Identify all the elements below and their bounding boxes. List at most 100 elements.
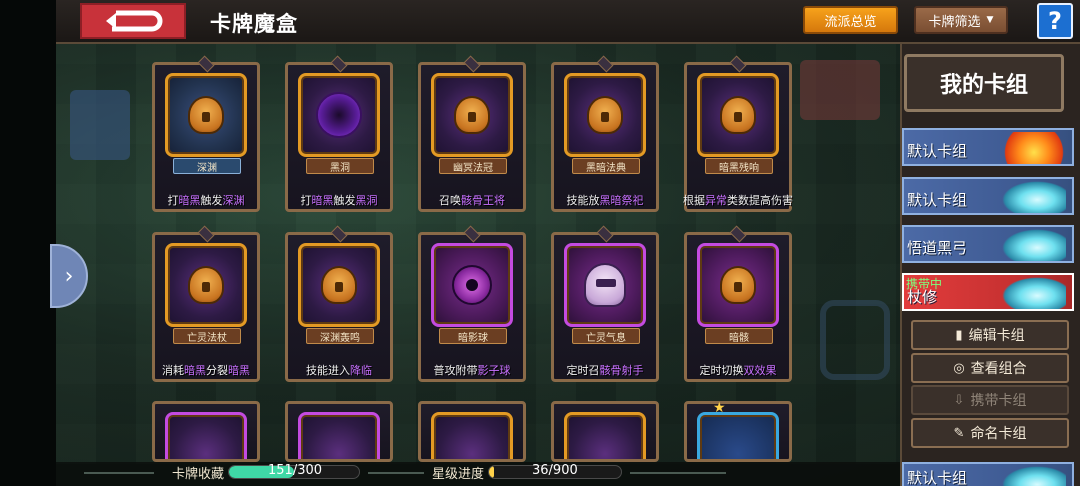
card-8[interactable]: 暗影球普攻附带影子球 (418, 225, 526, 382)
card-2[interactable]: 黑洞 打暗黑触发黑洞 (285, 55, 393, 212)
card-4[interactable]: 黑暗法典 技能放黑暗祭祀 (551, 55, 659, 212)
backdrop-object (820, 300, 890, 380)
card-frame (431, 412, 513, 459)
card-1[interactable]: 深渊 打暗黑触发深渊 (152, 55, 260, 212)
lock-icon (720, 96, 756, 134)
divider (630, 472, 726, 474)
card-description-part: 暗黑 (178, 194, 201, 207)
deck-slot-5[interactable]: 默认卡组 (902, 462, 1074, 486)
rename-deck-button[interactable]: ✎ 命名卡组 (911, 418, 1069, 448)
card-description-part: 技能进入 (306, 364, 350, 377)
card-description-part: 打 (300, 194, 312, 207)
page-title: 卡牌魔盒 (210, 12, 298, 36)
card-description-part: 异常 (705, 194, 727, 207)
card-9[interactable]: 亡灵气息 定时召骸骨射手 (551, 225, 659, 382)
card-name: 幽冥法冠 (439, 158, 507, 174)
chevron-down-icon: ▼ (986, 15, 994, 25)
card-description-part: 消耗 (162, 364, 184, 377)
card-6[interactable]: 亡灵法杖 消耗暗黑分裂暗黑 (152, 225, 260, 382)
fire-art-icon (1002, 132, 1066, 164)
backdrop-object (800, 60, 880, 120)
card-frame (298, 243, 380, 327)
lock-icon (720, 266, 756, 304)
ice-art-icon (1002, 229, 1066, 261)
card-name: 亡灵气息 (572, 328, 640, 344)
deck-slot-1[interactable]: 默认卡组 (902, 128, 1074, 166)
backdrop-object (70, 90, 130, 160)
card-description-part: 骸骨射手 (599, 364, 644, 377)
star-progress-label: 星级进度 (432, 467, 485, 482)
card-description: 根据异常类数提高伤害 (671, 192, 805, 208)
card-filter-label: 卡牌筛选 (928, 14, 981, 30)
collection-value: 151/300 (268, 463, 323, 478)
star-icon: ★ (713, 400, 726, 416)
ice-art-icon (1002, 466, 1066, 486)
card-10[interactable]: 暗骸 定时切换双效果 (684, 225, 792, 382)
card-partial[interactable] (551, 401, 659, 462)
card-description-part: 降临 (350, 364, 372, 377)
card-description-part: 触发 (200, 194, 223, 207)
deck-slot-4-active[interactable]: 携带中 杖修 (902, 273, 1074, 311)
card-frame (564, 243, 646, 327)
card-description-part: 深渊 (222, 194, 245, 207)
card-name: 深渊轰鸣 (306, 328, 374, 344)
card-3[interactable]: 幽冥法冠 召唤骸骨王将 (418, 55, 526, 212)
card-frame (697, 412, 779, 459)
divider (84, 472, 154, 474)
back-button[interactable] (80, 3, 186, 39)
card-5[interactable]: 暗黑残响 根据异常类数提高伤害 (683, 55, 793, 212)
card-name: 暗影球 (439, 328, 507, 344)
view-combination-button[interactable]: ◎ 查看组合 (911, 353, 1069, 383)
card-description-part: 暗黑 (184, 364, 206, 377)
card-frame (165, 73, 247, 157)
lock-icon (454, 96, 490, 134)
collection-label: 卡牌收藏 (172, 467, 225, 482)
star-progress-value: 36/900 (532, 463, 578, 478)
card-frame (165, 243, 247, 327)
card-frame (564, 73, 646, 157)
help-button[interactable]: ? (1037, 3, 1073, 39)
card-description-part: 暗黑 (311, 194, 334, 207)
eye-icon: ◎ (953, 360, 965, 376)
card-name: 深渊 (173, 158, 241, 174)
card-description-part: 触发 (333, 194, 356, 207)
card-frame (165, 412, 247, 459)
deck-slot-2[interactable]: 默认卡组 (902, 177, 1074, 215)
card-description-part: 黑洞 (355, 194, 378, 207)
school-overview-label: 流派总览 (824, 14, 877, 30)
help-icon: ? (1048, 7, 1062, 35)
orb-icon (452, 265, 492, 305)
card-frame (697, 73, 779, 157)
card-partial[interactable] (285, 401, 393, 462)
card-description-part: 普攻附带 (433, 364, 478, 377)
carry-deck-button[interactable]: ⇩ 携带卡组 (911, 385, 1069, 415)
card-description-part: 召唤 (439, 194, 461, 207)
card-7[interactable]: 深渊轰鸣技能进入降临 (285, 225, 393, 382)
cards-icon: ▮ (955, 327, 963, 343)
card-frame (431, 243, 513, 327)
chevron-right-icon: › (64, 263, 74, 289)
card-description-part: 分裂 (206, 364, 228, 377)
card-description-part: 影子球 (477, 364, 511, 377)
ice-art-icon (1002, 277, 1066, 309)
card-description: 召唤骸骨王将 (405, 192, 539, 208)
lock-icon (321, 266, 357, 304)
card-description-part: 暗黑 (228, 364, 250, 377)
divider (368, 472, 424, 474)
card-filter-dropdown[interactable]: 卡牌筛选 ▼ (914, 6, 1008, 34)
deck-slot-3[interactable]: 悟道黑弓 (902, 225, 1074, 263)
card-description-part: 类数提高伤害 (727, 194, 793, 207)
card-partial[interactable] (418, 401, 526, 462)
back-arrow-icon (106, 10, 163, 32)
card-description-part: 双效果 (743, 364, 777, 377)
lock-icon (188, 266, 224, 304)
edit-deck-button[interactable]: ▮ 编辑卡组 (911, 320, 1069, 350)
left-screen-margin (0, 0, 56, 486)
card-frame (431, 73, 513, 157)
lock-icon (188, 96, 224, 134)
card-partial[interactable] (152, 401, 260, 462)
my-deck-title: 我的卡组 (904, 54, 1064, 112)
lock-icon (587, 96, 623, 134)
card-partial[interactable] (684, 401, 792, 462)
school-overview-button[interactable]: 流派总览 (803, 6, 898, 34)
